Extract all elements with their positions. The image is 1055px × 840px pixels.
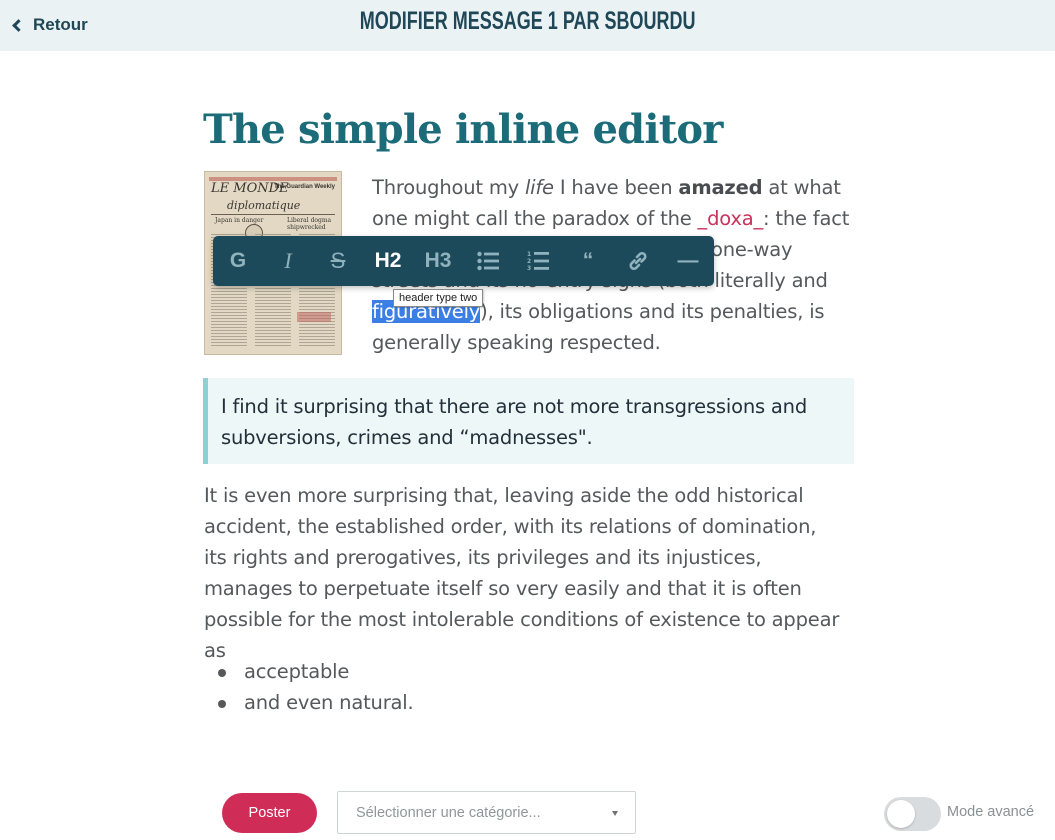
newspaper-headline-right: Liberal dogma shipwrecked	[287, 217, 332, 231]
svg-text:3: 3	[527, 265, 531, 272]
quote-button[interactable]: “	[563, 236, 613, 286]
newspaper-masthead-sub: diplomatique	[227, 199, 301, 212]
svg-text:2: 2	[527, 258, 531, 265]
h2-button[interactable]: H2	[363, 236, 413, 286]
bullet-list[interactable]: acceptable and even natural.	[217, 656, 414, 718]
horizontal-rule-button[interactable]: —	[663, 236, 713, 286]
format-toolbar: G I S H2 H3 1 2 3 “ —	[213, 236, 714, 286]
h3-button[interactable]: H3	[413, 236, 463, 286]
inline-code: _doxa_	[697, 207, 764, 230]
back-label: Retour	[33, 15, 88, 34]
italic-button[interactable]: I	[263, 236, 313, 286]
strikethrough-button[interactable]: S	[313, 236, 363, 286]
back-button[interactable]: Retour	[12, 13, 88, 37]
bullet-list-icon	[477, 251, 499, 271]
numbered-list-icon: 1 2 3	[527, 251, 549, 272]
advanced-mode-label: Mode avancé	[947, 804, 1035, 820]
h3-icon: H3	[424, 249, 452, 272]
advanced-mode-toggle[interactable]	[884, 797, 941, 831]
newspaper-headline-left: Japan in danger	[215, 217, 264, 224]
horizontal-rule-icon: —	[677, 249, 699, 272]
list-item[interactable]: and even natural.	[217, 687, 414, 718]
category-select[interactable]: Sélectionner une catégorie...	[337, 791, 636, 834]
svg-text:1: 1	[527, 251, 531, 258]
unordered-list-button[interactable]	[463, 236, 513, 286]
bold-text: amazed	[678, 176, 763, 199]
link-icon	[629, 252, 647, 270]
strikethrough-icon: S	[330, 248, 346, 273]
toolbar-tooltip: header type two	[393, 289, 484, 307]
toggle-knob	[887, 800, 915, 828]
link-button[interactable]	[613, 236, 663, 286]
list-item[interactable]: acceptable	[217, 656, 413, 687]
chevron-left-icon	[12, 19, 25, 32]
h2-icon: H2	[374, 249, 402, 272]
page-title: MODIFIER MESSAGE 1 PAR SBOURDU	[359, 7, 696, 35]
ordered-list-button[interactable]: 1 2 3	[513, 236, 563, 286]
quote-icon: “	[582, 249, 594, 272]
category-placeholder: Sélectionner une catégorie...	[356, 804, 541, 821]
italic-icon: I	[284, 248, 292, 273]
bold-icon: G	[229, 249, 247, 272]
italic-text: life	[524, 176, 554, 199]
editor-title[interactable]: The simple inline editor	[203, 106, 723, 153]
dropdown-arrow-icon	[612, 811, 618, 816]
paragraph-2[interactable]: It is even more surprising that, leaving…	[204, 480, 844, 666]
newspaper-guardian: The Guardian Weekly	[274, 184, 335, 190]
blockquote[interactable]: I find it surprising that there are not …	[203, 378, 854, 464]
bold-button[interactable]: G	[213, 236, 263, 286]
top-bar: Retour MODIFIER MESSAGE 1 PAR SBOURDU	[0, 0, 1055, 51]
post-button[interactable]: Poster	[222, 793, 317, 833]
